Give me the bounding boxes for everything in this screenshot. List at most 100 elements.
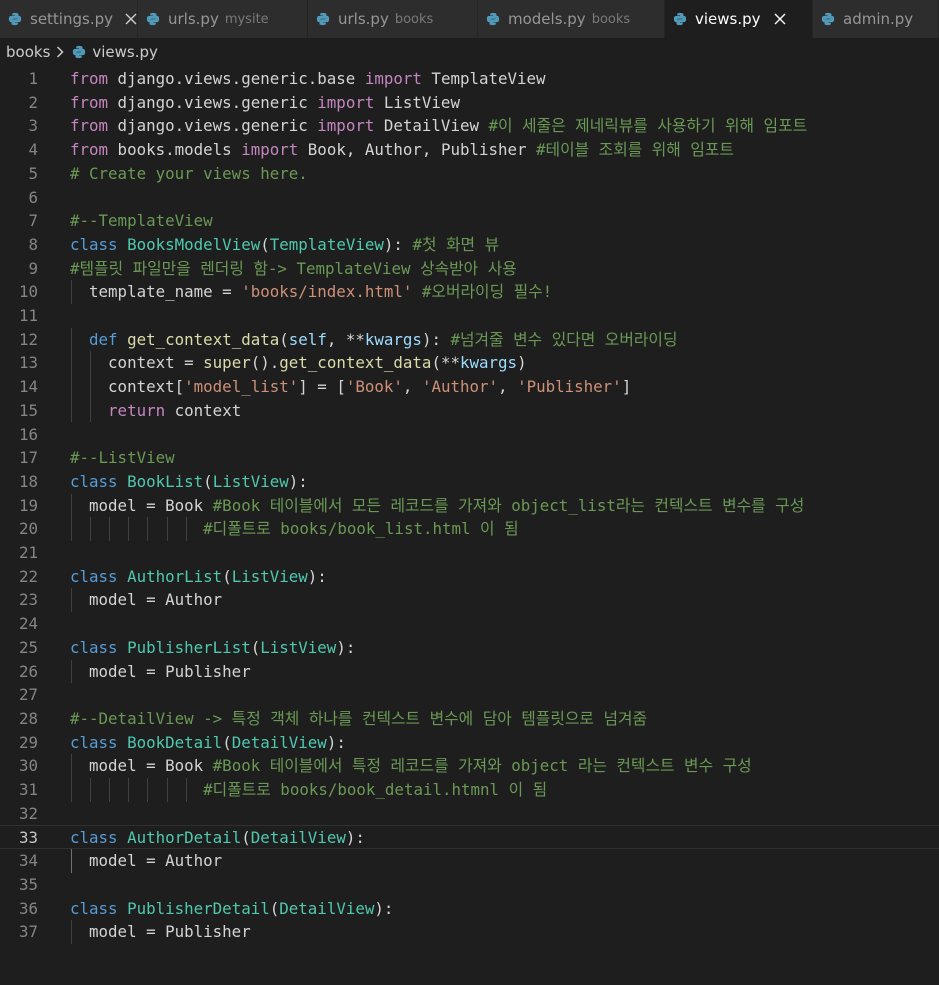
code-line[interactable]: 9 #템플릿 파일만을 렌더링 함-> TemplateView 상속받아 사용 [0, 257, 939, 281]
close-icon[interactable] [125, 12, 137, 26]
code-token: AuthorDetail [127, 828, 242, 848]
code-token: 'Publisher' [517, 377, 622, 397]
code-token: ): [374, 898, 394, 918]
code-token: ( [222, 566, 232, 586]
line-number: 4 [28, 140, 38, 160]
code-line[interactable]: 21 [0, 541, 939, 565]
line-number: 15 [18, 400, 38, 420]
line-number: 1 [28, 69, 38, 88]
code-line[interactable]: 2 from django.views.generic import ListVi… [0, 91, 939, 115]
line-number: 2 [28, 92, 38, 112]
code-token: return [108, 400, 166, 420]
code-token: ): [383, 234, 413, 254]
code-line[interactable]: 37 model = Publisher [0, 920, 939, 944]
code-line[interactable]: 12 def get_context_data(self, **kwargs):… [0, 327, 939, 352]
code-line[interactable]: 26 model = Publisher [0, 659, 939, 684]
tab-models-books[interactable]: models.py books [478, 0, 665, 38]
code-line[interactable]: 25 class PublisherList(ListView): [0, 636, 939, 660]
code-token: ): [326, 732, 346, 752]
code-line[interactable]: 4 from books.models import Book, Author, … [0, 138, 939, 162]
line-number: 33 [18, 828, 38, 848]
code-token: 'Book' [345, 377, 403, 397]
code-line[interactable]: 18 class BookList(ListView): [0, 470, 939, 494]
code-line[interactable]: 6 [0, 186, 939, 210]
code-token: super [203, 353, 251, 373]
code-line[interactable]: 8 class BooksModelView(TemplateView): #첫 … [0, 233, 939, 257]
line-number: 23 [18, 590, 38, 610]
code-token: 'model_list' [184, 377, 299, 397]
code-editor[interactable]: 1 from django.views.generic.base import T… [0, 66, 939, 985]
tab-urls-mysite[interactable]: urls.py mysite [138, 0, 308, 38]
code-line[interactable]: 16 [0, 423, 939, 447]
code-line[interactable]: 28 #--DetailView -> 특정 객체 하나를 컨텍스트 변수에 담아… [0, 707, 939, 731]
line-number: 21 [18, 543, 38, 562]
code-line[interactable]: 11 [0, 304, 939, 328]
code-line[interactable]: 34 model = Author [0, 849, 939, 873]
python-file-icon [146, 12, 160, 26]
code-token: #--DetailView -> 특정 객체 하나를 컨텍스트 변수에 담아 템… [70, 708, 648, 728]
python-file-icon [821, 12, 835, 26]
tab-description: books [591, 11, 631, 27]
code-line[interactable]: 31 #디폴트로 books/book_detail.htmnl 이 됨 [0, 778, 939, 802]
code-line[interactable]: 15 return context [0, 398, 939, 423]
code-text: #--DetailView -> 특정 객체 하나를 컨텍스트 변수에 담아 템… [70, 707, 647, 731]
code-line[interactable]: 36 class PublisherDetail(DetailView): [0, 897, 939, 921]
code-token: ( [222, 732, 232, 752]
code-token: class [70, 471, 118, 491]
code-token: class [70, 566, 118, 586]
line-number: 28 [18, 708, 38, 728]
code-line[interactable]: 3 from django.views.generic import Detail… [0, 114, 939, 138]
code-line[interactable]: 35 [0, 873, 939, 897]
breadcrumb-folder[interactable]: books [6, 43, 50, 61]
code-text: from books.models import Book, Author, P… [70, 138, 734, 162]
code-token: def [89, 329, 118, 349]
code-token: #넘겨줄 변수 있다면 오버라이딩 [450, 329, 678, 349]
code-line[interactable]: 5 # Create your views here. [0, 162, 939, 186]
code-line[interactable]: 27 [0, 683, 939, 707]
code-line[interactable]: 22 class AuthorList(ListView): [0, 565, 939, 589]
code-line[interactable]: 33 class AuthorDetail(DetailView): [0, 825, 939, 850]
code-line[interactable]: 7 #--TemplateView [0, 209, 939, 233]
code-token: DetailView [374, 116, 489, 136]
code-line[interactable]: 10 template_name = 'books/index.html' #오… [0, 280, 939, 304]
tab-urls-books[interactable]: urls.py books [308, 0, 478, 38]
code-line[interactable]: 20 #디폴트로 books/book_list.html 이 됨 [0, 517, 939, 541]
code-token: ListView [231, 566, 308, 586]
line-number: 8 [28, 234, 38, 254]
code-token: import [317, 92, 375, 112]
code-text: model = Book #Book 테이블에서 특정 레코드를 가져와 obj… [70, 754, 752, 778]
code-line[interactable]: 29 class BookDetail(DetailView): [0, 731, 939, 755]
code-line[interactable]: 30 model = Book #Book 테이블에서 특정 레코드를 가져와 … [0, 754, 939, 778]
tab-views[interactable]: views.py [665, 0, 813, 38]
close-icon[interactable] [773, 12, 787, 26]
code-token: from [70, 116, 109, 136]
code-token: model = Author [70, 590, 223, 610]
code-line[interactable]: 19 model = Book #Book 테이블에서 모든 레코드를 가져와 … [0, 493, 939, 518]
code-line[interactable]: 1 from django.views.generic.base import T… [0, 67, 939, 91]
code-line[interactable]: 17 #--ListView [0, 446, 939, 470]
code-token: BookDetail [127, 732, 223, 752]
code-token: class [70, 637, 118, 657]
code-token: TemplateView [269, 234, 384, 254]
code-token: #--TemplateView [70, 211, 213, 231]
code-line[interactable]: 23 model = Author [0, 588, 939, 613]
code-token: ( [260, 234, 270, 254]
line-number: 19 [18, 495, 38, 515]
code-line[interactable]: 14 context['model_list'] = ['Book', 'Aut… [0, 375, 939, 399]
code-token: class [70, 828, 118, 848]
line-number: 18 [18, 471, 38, 491]
tab-settings[interactable]: settings.py [0, 0, 138, 38]
code-text: model = Publisher [70, 920, 251, 944]
code-text: class BookDetail(DetailView): [70, 731, 346, 755]
code-line[interactable]: 32 [0, 802, 939, 826]
line-number: 13 [18, 353, 38, 373]
code-token: self [288, 329, 327, 349]
code-text: #디폴트로 books/book_list.html 이 됨 [70, 517, 518, 541]
tab-admin[interactable]: admin.py [813, 0, 939, 38]
code-line[interactable]: 24 [0, 612, 939, 636]
code-line[interactable]: 13 context = super().get_context_data(**… [0, 351, 939, 376]
code-token: books.models [108, 140, 242, 160]
breadcrumb-file[interactable]: views.py [92, 43, 158, 61]
code-token: ( [203, 471, 213, 491]
